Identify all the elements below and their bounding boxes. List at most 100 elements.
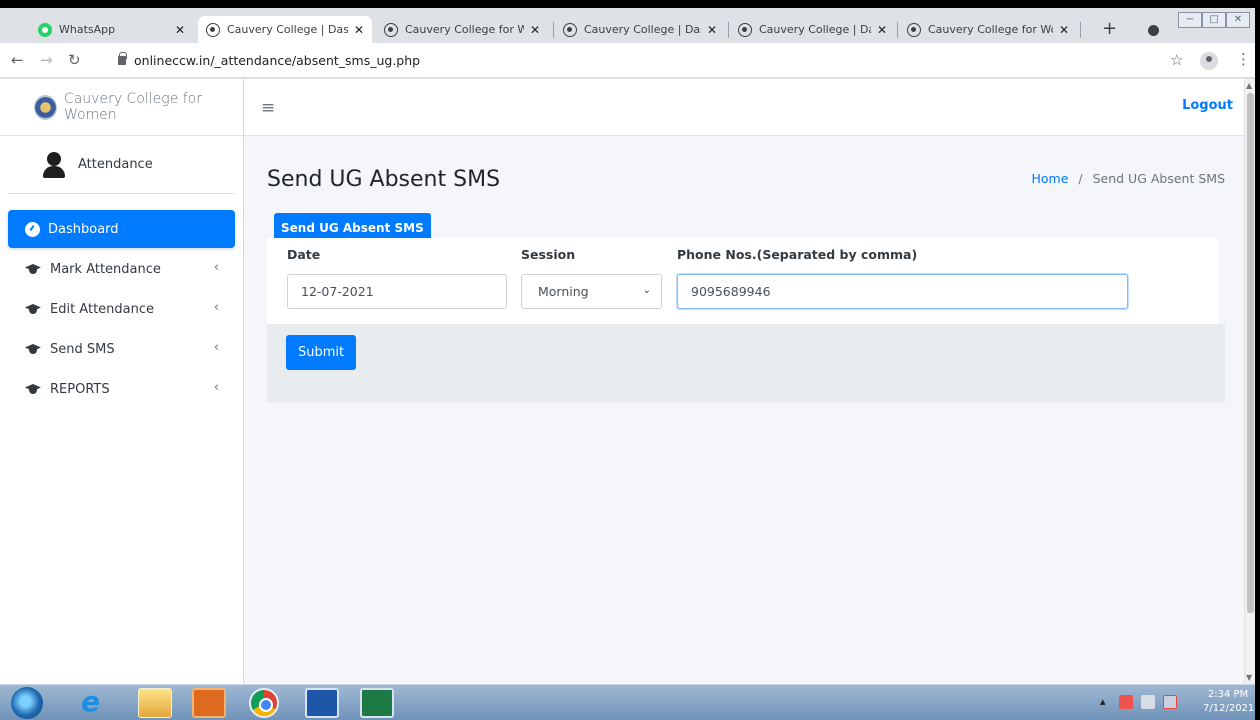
chrome-icon[interactable] [249,688,279,718]
date-input[interactable]: 12-07-2021 [287,274,507,309]
excel-icon[interactable] [360,688,394,718]
minimize-icon[interactable]: − [1178,12,1202,28]
clock-time: 2:34 PM [1207,689,1249,700]
sidebar-item-reports[interactable]: REPORTS ‹ [8,370,235,408]
tab-college[interactable]: Cauvery College for Wo ✕ [376,16,548,43]
submit-button[interactable]: Submit [286,335,357,370]
tab-whatsapp[interactable]: WhatsApp ✕ [30,16,193,43]
main-content: ≡ Logout Send UG Absent SMS Home / Send … [244,79,1255,684]
scroll-down-icon[interactable]: ▼ [1246,673,1252,682]
whatsapp-icon [38,22,52,37]
sidebar-item-label: Dashboard [48,221,119,237]
tab-title: Cauvery College for Wo [928,23,1053,36]
session-selected-value: Morning [538,284,589,299]
file-explorer-icon[interactable] [138,688,172,718]
tab-separator [1080,22,1081,38]
browser-window: WhatsApp ✕ Cauvery College | Dashb ✕ Cau… [0,8,1255,720]
logout-link[interactable]: Logout [1182,98,1233,113]
user-name[interactable]: Attendance [78,157,153,172]
back-icon[interactable]: ← [11,51,24,69]
profile-icon[interactable] [1200,52,1218,70]
restore-icon[interactable]: □ [1202,12,1226,28]
chevron-down-icon: ⌄ [642,285,651,296]
tab-title: Cauvery College | Dashb [227,23,348,36]
close-icon[interactable]: ✕ [175,23,185,37]
breadcrumb-home[interactable]: Home [1031,171,1068,186]
address-bar[interactable]: onlineccw.in/_attendance/absent_sms_ug.p… [134,53,420,68]
breadcrumb: Home / Send UG Absent SMS [1031,171,1225,186]
brand-text: Cauvery College for Women [63,91,203,123]
close-icon[interactable]: ✕ [354,23,364,37]
bookmark-star-icon[interactable]: ☆ [1170,51,1183,69]
tab-title: Cauvery College | Dashb [584,23,701,36]
close-window-icon[interactable]: ✕ [1226,12,1250,28]
tab-title: Cauvery College | Dashb [759,23,871,36]
sidebar-item-label: Edit Attendance [50,301,155,317]
word-icon[interactable] [305,688,339,718]
graduation-cap-icon [24,301,42,317]
tachometer-icon [25,221,40,237]
globe-icon [563,22,577,37]
tab-search-icon[interactable] [1148,25,1159,36]
sidebar-item-dashboard[interactable]: Dashboard [8,210,235,248]
lock-icon [118,52,127,65]
close-icon[interactable]: ✕ [530,23,540,37]
tab-separator [553,22,554,38]
chevron-left-icon: ‹ [213,260,219,275]
session-select[interactable]: Morning ⌄ [521,274,662,309]
forward-icon[interactable]: → [40,51,53,69]
card-footer: Submit [267,324,1225,403]
user-avatar-icon [42,150,66,180]
date-field-group: Date 12-07-2021 [287,247,507,309]
volume-muted-icon[interactable] [1119,695,1133,709]
chevron-left-icon: ‹ [213,300,219,315]
hamburger-menu-icon[interactable]: ≡ [261,98,275,118]
internet-explorer-icon[interactable] [74,685,108,718]
tab-dashboard[interactable]: Cauvery College | Dashb ✕ [555,16,725,43]
tab-dashboard[interactable]: Cauvery College | Dashb ✕ [730,16,895,43]
system-clock[interactable]: 2:34 PM 7/12/2021 [1203,688,1254,716]
date-label: Date [287,247,321,262]
globe-icon [206,22,220,37]
outlook-icon[interactable] [192,688,226,718]
top-navbar: ≡ Logout [244,79,1255,136]
globe-icon [384,22,398,37]
close-icon[interactable]: ✕ [877,23,887,37]
user-panel: Attendance [8,136,235,194]
tab-college[interactable]: Cauvery College for Wo ✕ [899,16,1077,43]
show-hidden-icons-icon[interactable]: ▴ [1100,695,1106,708]
action-center-icon[interactable] [1163,695,1177,709]
card-tab-send-ug-absent-sms[interactable]: Send UG Absent SMS [274,213,431,241]
network-icon[interactable] [1141,695,1155,709]
phone-numbers-input[interactable]: 9095689946 [677,274,1128,309]
sidebar-item-label: Send SMS [50,341,115,357]
sidebar-item-mark-attendance[interactable]: Mark Attendance ‹ [8,250,235,288]
sms-form-card: Date 12-07-2021 Session Morning ⌄ Phone … [267,238,1218,324]
scroll-up-icon[interactable]: ▲ [1246,81,1252,90]
close-icon[interactable]: ✕ [707,23,717,37]
sidebar-item-send-sms[interactable]: Send SMS ‹ [8,330,235,368]
tab-dashboard-active[interactable]: Cauvery College | Dashb ✕ [198,16,372,43]
phone-label: Phone Nos.(Separated by comma) [677,247,918,262]
window-controls: − □ ✕ [1178,12,1250,28]
start-button-icon[interactable] [11,687,43,719]
chevron-left-icon: ‹ [213,340,219,355]
tab-strip: WhatsApp ✕ Cauvery College | Dashb ✕ Cau… [0,8,1255,43]
close-icon[interactable]: ✕ [1059,23,1069,37]
brand-link[interactable]: Cauvery College for Women [0,79,243,136]
sidebar-item-edit-attendance[interactable]: Edit Attendance ‹ [8,290,235,328]
sidebar-nav: Dashboard Mark Attendance ‹ Edit Attenda… [0,210,243,408]
new-tab-button[interactable]: + [1102,18,1117,39]
page-viewport: Cauvery College for Women Attendance Das… [0,79,1255,684]
sidebar: Cauvery College for Women Attendance Das… [0,79,244,684]
reload-icon[interactable]: ↻ [68,51,81,69]
browser-toolbar: ← → ↻ onlineccw.in/_attendance/absent_sm… [0,43,1255,78]
page-scrollbar[interactable]: ▲ ▼ [1244,79,1255,684]
browser-menu-icon[interactable]: ⋮ [1236,50,1251,68]
tab-title: Cauvery College for Wo [405,23,524,36]
scrollbar-thumb[interactable] [1247,93,1254,613]
tab-separator [897,22,898,38]
page-title: Send UG Absent SMS [267,167,501,192]
graduation-cap-icon [24,341,42,357]
globe-icon [738,22,752,37]
